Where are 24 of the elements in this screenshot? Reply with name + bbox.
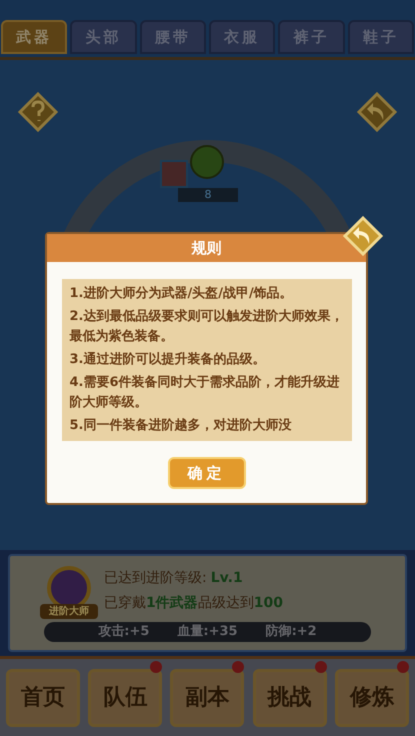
rule-text: 3.通过进阶可以提升装备的品级。 xyxy=(70,351,266,369)
confirm-button[interactable]: 确定 xyxy=(168,457,246,489)
nav-button[interactable]: 队伍 xyxy=(88,668,162,726)
stat-text: 防御:+2 xyxy=(266,623,317,642)
help-icon[interactable] xyxy=(18,92,58,132)
close-icon[interactable] xyxy=(343,216,383,256)
stat-text: 攻击:+5 xyxy=(98,623,150,642)
equipment-tab[interactable]: 武器 xyxy=(1,20,68,54)
rule-text: 5.同一件装备进阶越多，对进阶大师没 xyxy=(70,417,292,435)
nav-button[interactable]: 修炼 xyxy=(334,668,409,726)
level-value: Lv.1 xyxy=(210,569,243,588)
nav-button[interactable]: 副本 xyxy=(170,668,244,726)
rule-text: 4.需要6件装备同时大于需求品阶，才能升级进阶大师等级。 xyxy=(70,374,341,412)
stat-text: 血量:+35 xyxy=(177,623,238,642)
rule-text: 1.进阶大师分为武器/头盔/战甲/饰品。 xyxy=(70,285,294,303)
dialog-title: 规则 xyxy=(192,238,222,259)
rule-text: 2.达到最低品级要求则可以触发进阶大师效果，最低为紫色装备。 xyxy=(70,308,344,346)
requirement-text: 已穿戴1件武器品级达到100 xyxy=(104,594,283,613)
master-badge-label: 进阶大师 xyxy=(40,604,98,619)
back-icon[interactable] xyxy=(357,92,397,132)
nav-button[interactable]: 首页 xyxy=(6,668,80,726)
level-label: 已达到进阶等级: xyxy=(104,569,207,588)
slot-count: 8 xyxy=(178,188,238,202)
nav-button[interactable]: 挑战 xyxy=(252,668,327,726)
